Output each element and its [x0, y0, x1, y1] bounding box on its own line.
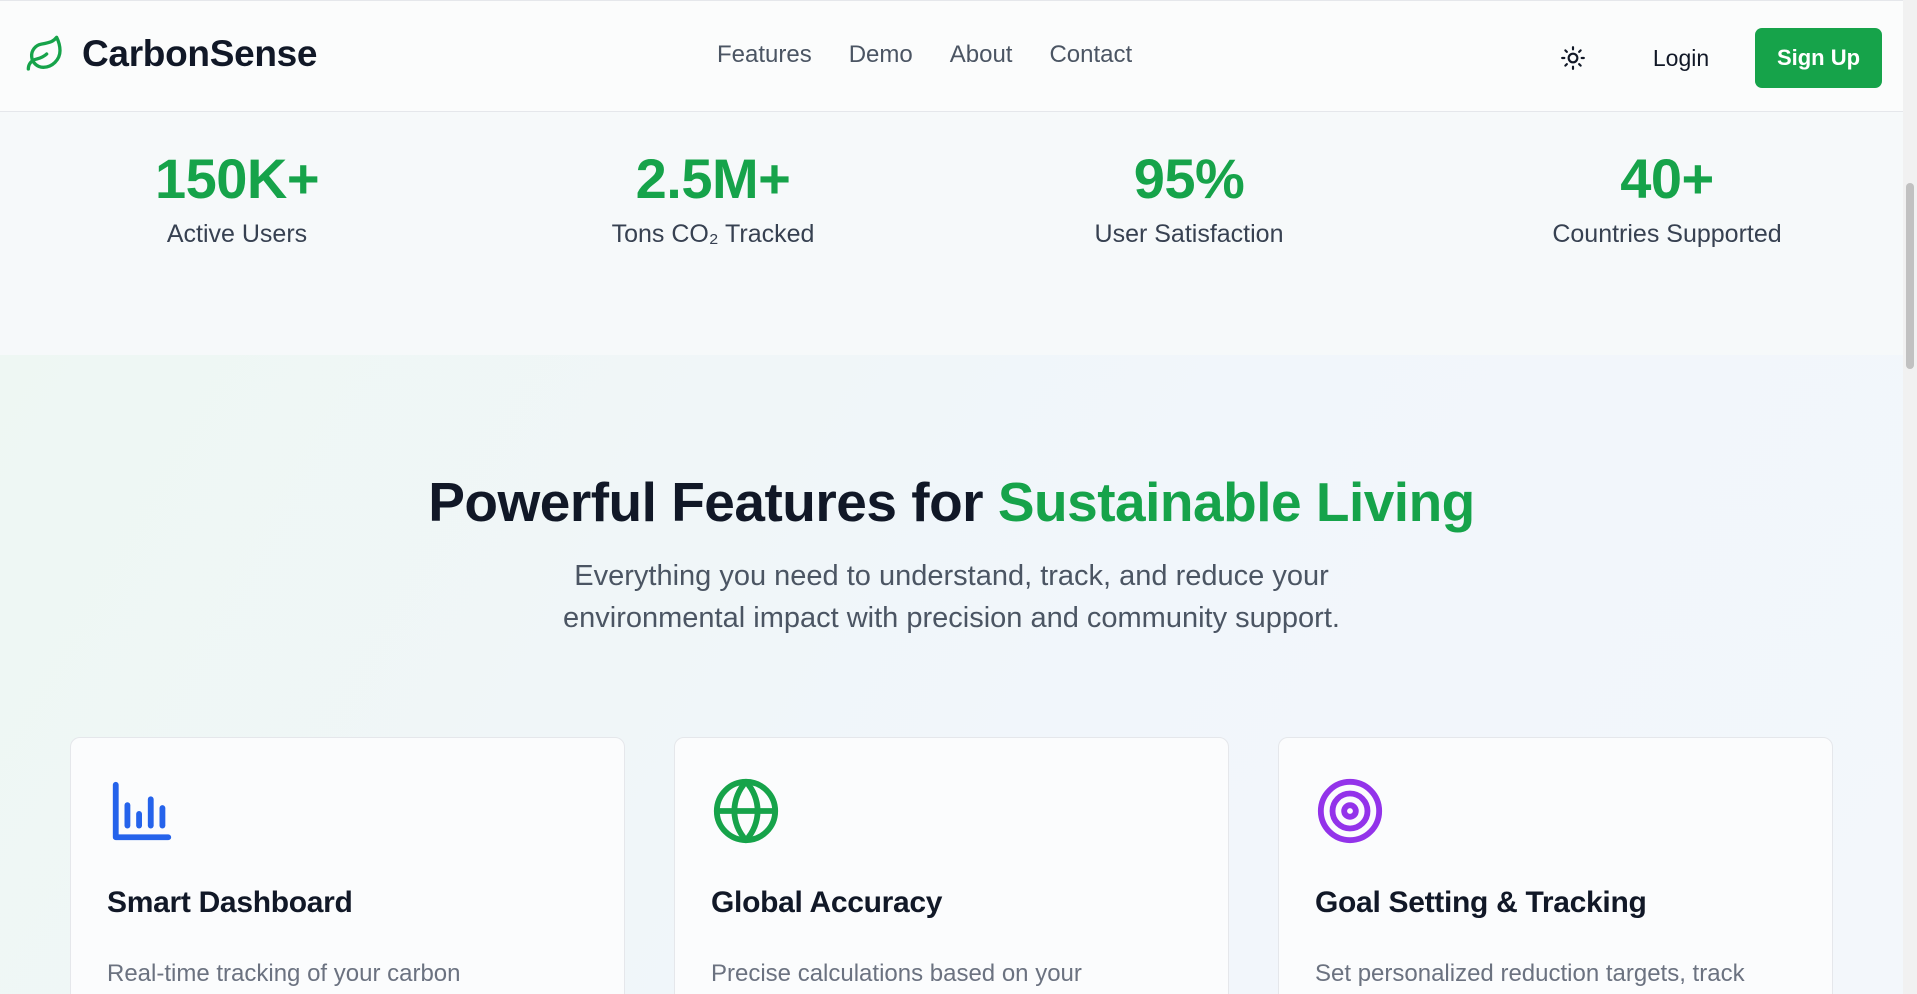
sun-icon	[1560, 45, 1586, 76]
card-title: Global Accuracy	[711, 886, 943, 919]
stat-label: User Satisfaction	[1094, 219, 1284, 248]
stat-user-satisfaction: 95% User Satisfaction	[999, 148, 1379, 249]
features-subtitle: Everything you need to understand, track…	[563, 560, 1340, 634]
scrollbar-track[interactable]	[1903, 0, 1917, 994]
nav-link-about[interactable]: About	[950, 41, 1013, 69]
card-description: Set personalized reduction targets, trac…	[1315, 960, 1745, 987]
login-button[interactable]: Login	[1636, 31, 1726, 85]
card-title: Smart Dashboard	[107, 886, 353, 919]
stat-label: Countries Supported	[1552, 219, 1782, 248]
scrollbar-thumb[interactable]	[1906, 183, 1914, 369]
stat-value: 95%	[1133, 147, 1245, 210]
heading-main: Powerful Features for	[428, 471, 998, 533]
feature-card-dashboard[interactable]: Smart Dashboard Real-time tracking of yo…	[70, 737, 625, 994]
feature-card-goals[interactable]: Goal Setting & Tracking Set personalized…	[1278, 737, 1833, 994]
nav-link-contact[interactable]: Contact	[1049, 41, 1132, 69]
signup-button[interactable]: Sign Up	[1755, 28, 1882, 88]
stat-active-users: 150K+ Active Users	[47, 148, 427, 249]
target-icon	[1315, 776, 1385, 846]
stat-value: 2.5M+	[635, 147, 791, 210]
feature-card-accuracy[interactable]: Global Accuracy Precise calculations bas…	[674, 737, 1229, 994]
card-title: Goal Setting & Tracking	[1315, 886, 1647, 919]
features-section: Powerful Features for Sustainable Living…	[0, 355, 1903, 994]
stat-label: Active Users	[166, 219, 308, 248]
stat-label: Tons CO₂ Tracked	[611, 219, 815, 248]
nav-link-demo[interactable]: Demo	[849, 41, 913, 69]
nav-link-features[interactable]: Features	[717, 41, 812, 69]
nav-links: Features Demo About Contact	[717, 41, 1132, 69]
features-heading: Powerful Features for Sustainable Living	[0, 470, 1903, 534]
stat-value: 150K+	[154, 147, 320, 210]
leaf-icon	[22, 31, 68, 77]
bar-chart-icon	[107, 776, 177, 846]
card-description: Real-time tracking of your carbon	[107, 960, 461, 987]
stat-value: 40+	[1620, 147, 1714, 210]
heading-accent: Sustainable Living	[997, 471, 1475, 533]
globe-icon	[711, 776, 781, 846]
theme-toggle-button[interactable]	[1556, 43, 1590, 77]
stat-tons-tracked: 2.5M+ Tons CO₂ Tracked	[523, 148, 903, 249]
stat-countries: 40+ Countries Supported	[1477, 148, 1857, 249]
card-description: Precise calculations based on your	[711, 960, 1082, 987]
navbar: CarbonSense Features Demo About Contact …	[0, 0, 1903, 112]
brand-logo[interactable]: CarbonSense	[22, 31, 318, 77]
stats-section: 150K+ Active Users 2.5M+ Tons CO₂ Tracke…	[0, 112, 1903, 355]
brand-name: CarbonSense	[82, 33, 318, 74]
page: CarbonSense Features Demo About Contact …	[0, 0, 1917, 994]
